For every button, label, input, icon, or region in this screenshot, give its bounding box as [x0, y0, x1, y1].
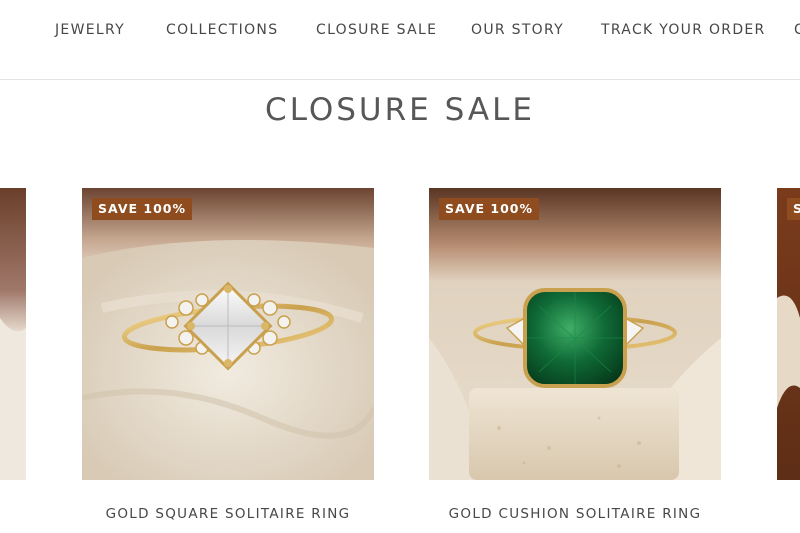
product-card[interactable]: SAVE 100%: [429, 188, 721, 480]
nav-item-closure-sale[interactable]: CLOSURE SALE: [316, 22, 437, 38]
sale-badge-partial: S: [787, 198, 800, 220]
sale-badge: SAVE 100%: [439, 198, 540, 220]
product-image-square-ring: [82, 188, 374, 480]
product-image-cushion-ring: [429, 188, 721, 480]
nav-item-partial-left[interactable]: E: [0, 22, 2, 38]
nav-item-track-order[interactable]: TRACK YOUR ORDER: [601, 22, 766, 38]
main-nav: E JEWELRY COLLECTIONS CLOSURE SALE OUR S…: [0, 0, 800, 80]
nav-item-jewelry[interactable]: JEWELRY: [55, 22, 125, 38]
product-card-peek-right[interactable]: S: [777, 188, 800, 480]
product-name[interactable]: GOLD SQUARE SOLITAIRE RING: [82, 506, 374, 522]
nav-item-collections[interactable]: COLLECTIONS: [166, 22, 278, 38]
product-image-peek-right: [777, 188, 800, 480]
page-title: CLOSURE SALE: [265, 92, 535, 128]
product-card-peek-left[interactable]: [0, 188, 26, 480]
sale-badge: SAVE 100%: [92, 198, 193, 220]
product-image-peek-left: [0, 188, 26, 480]
product-name[interactable]: GOLD CUSHION SOLITAIRE RING: [429, 506, 721, 522]
nav-item-our-story[interactable]: OUR STORY: [471, 22, 564, 38]
nav-item-partial-right[interactable]: C: [794, 22, 800, 38]
product-card[interactable]: SAVE 100%: [82, 188, 374, 480]
